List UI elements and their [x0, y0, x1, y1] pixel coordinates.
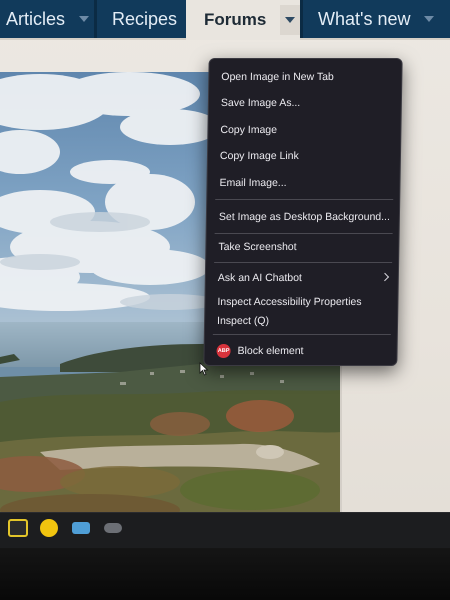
norton-check-icon[interactable] — [40, 519, 58, 537]
top-navigation-bar: Articles Recipes Forums What's new — [0, 0, 450, 40]
menu-separator — [214, 233, 393, 234]
mouse-cursor-icon — [199, 362, 209, 376]
menu-item-label: Set Image as Desktop Background... — [218, 211, 391, 223]
menu-item-inspect[interactable]: Inspect (Q) — [205, 311, 399, 331]
menu-item-copy-image[interactable]: Copy Image — [208, 120, 402, 140]
nav-item-recipes[interactable]: Recipes — [112, 0, 177, 38]
nav-item-whats-new[interactable]: What's new — [318, 0, 435, 38]
menu-item-label: Save Image As... — [220, 97, 301, 109]
image-context-menu: Open Image in New Tab Save Image As... C… — [203, 58, 403, 366]
nav-item-label: Forums — [204, 10, 267, 29]
menu-item-label: Copy Image — [220, 124, 278, 136]
nav-item-label: Recipes — [112, 8, 178, 29]
menu-item-label: Block element — [237, 345, 304, 357]
menu-item-label: Inspect (Q) — [216, 315, 270, 327]
menu-item-label: Take Screenshot — [218, 241, 297, 253]
menu-item-label: Inspect Accessibility Properties — [217, 296, 362, 308]
menu-item-block-element[interactable]: ABP Block element — [204, 341, 398, 361]
chevron-down-icon — [285, 17, 296, 23]
nav-item-label: Articles — [6, 8, 66, 29]
menu-item-save-image-as[interactable]: Save Image As... — [209, 93, 403, 113]
browser-screen: Articles Recipes Forums What's new Open … — [0, 0, 450, 548]
chevron-down-icon[interactable] — [424, 16, 435, 22]
menu-item-set-desktop-background[interactable]: Set Image as Desktop Background... — [207, 207, 401, 227]
laptop-bezel — [0, 548, 450, 600]
nav-item-forums[interactable]: Forums — [186, 0, 300, 40]
menu-item-label: Ask an AI Chatbot — [217, 272, 303, 284]
misc-app-icon[interactable] — [104, 523, 122, 533]
menu-item-copy-image-link[interactable]: Copy Image Link — [208, 146, 402, 166]
menu-item-take-screenshot[interactable]: Take Screenshot — [206, 237, 400, 257]
nav-item-label: What's new — [318, 8, 411, 29]
menu-separator — [212, 334, 391, 335]
chevron-down-icon[interactable] — [79, 16, 90, 22]
menu-item-label: Copy Image Link — [219, 150, 299, 162]
menu-separator — [214, 262, 393, 263]
taskbar — [0, 512, 450, 548]
submenu-arrow-icon — [380, 272, 390, 282]
file-explorer-icon[interactable] — [72, 522, 90, 534]
nav-divider — [94, 0, 97, 38]
adblock-plus-icon: ABP — [216, 344, 231, 358]
forums-dropdown-button[interactable] — [280, 5, 300, 35]
nav-item-articles[interactable]: Articles — [6, 0, 90, 38]
sticky-notes-icon[interactable] — [8, 519, 28, 537]
menu-item-inspect-accessibility[interactable]: Inspect Accessibility Properties — [205, 292, 399, 312]
menu-separator — [215, 199, 394, 200]
nav-divider — [300, 0, 303, 38]
menu-item-label: Email Image... — [219, 177, 287, 189]
menu-item-label: Open Image in New Tab — [221, 71, 334, 83]
menu-item-email-image[interactable]: Email Image... — [207, 173, 401, 193]
menu-item-open-image-new-tab[interactable]: Open Image in New Tab — [209, 67, 403, 87]
menu-item-ask-ai-chatbot[interactable]: Ask an AI Chatbot — [206, 268, 400, 288]
